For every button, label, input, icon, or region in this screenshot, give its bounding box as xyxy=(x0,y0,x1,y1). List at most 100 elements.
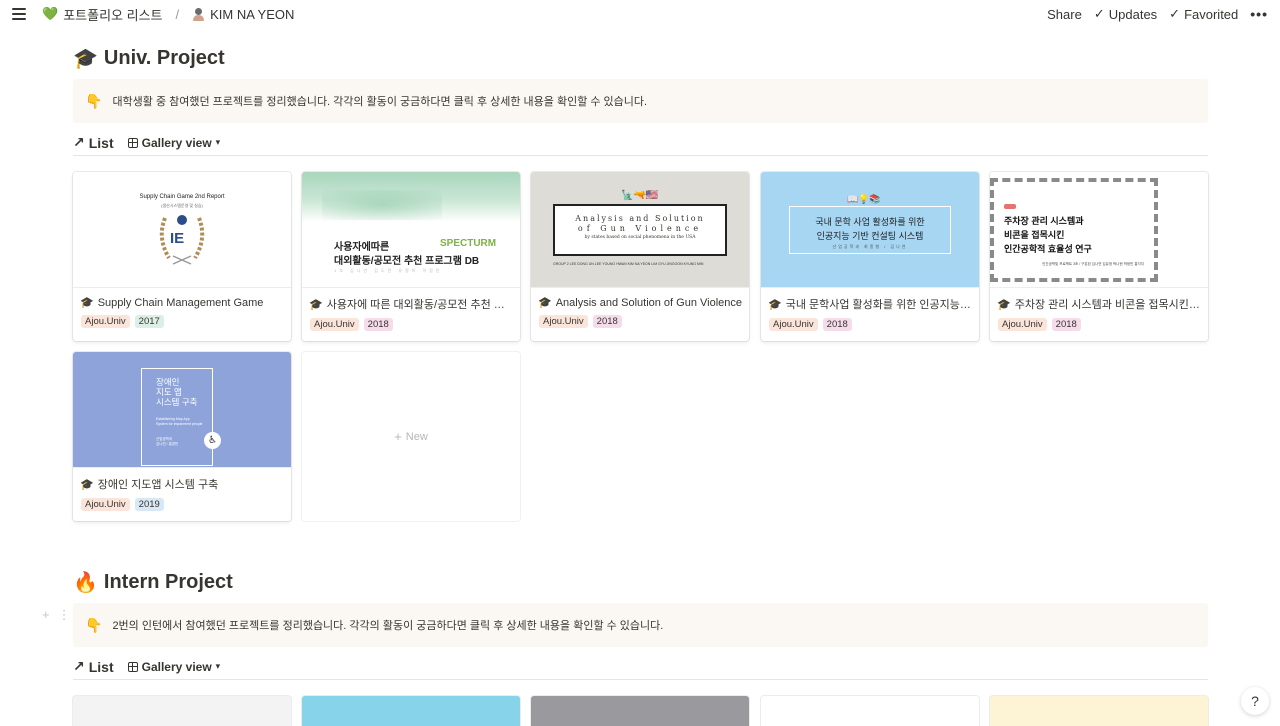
graduation-cap-icon: 🎓 xyxy=(309,298,323,311)
new-label: New xyxy=(405,430,428,443)
gallery-card[interactable]: 사용자에따른 대외활동/공모전 추천 프로그램 DB SPECTURM 1조 김… xyxy=(302,172,520,341)
card-thumbnail: 장애인 지도 앱 시스템 구축 Establishing Map App System… xyxy=(73,352,291,468)
fire-icon: 🔥 xyxy=(73,572,98,594)
thumb-names: 김나연 / 홍경민 xyxy=(156,442,179,446)
gallery-card-partial[interactable] xyxy=(990,696,1208,726)
check-icon: ✓ xyxy=(1169,6,1181,21)
breadcrumb-item-portfolio[interactable]: 포트폴리오 리스트 xyxy=(63,5,162,24)
thumb-footer: GROUP 2 LEE DONG UN LEE YOUNG HWAN KIM N… xyxy=(553,262,704,266)
tag-school: Ajou.Univ xyxy=(81,315,130,328)
favorited-label: Favorited xyxy=(1184,6,1239,22)
gallery-card[interactable]: Supply Chain Game 2nd Report (생산시스템운영 및 … xyxy=(73,172,291,341)
tag-year: 2017 xyxy=(134,315,164,328)
gallery-card[interactable]: 장애인 지도 앱 시스템 구축 Establishing Map App System… xyxy=(73,352,291,521)
updates-button[interactable]: ✓ Updates xyxy=(1094,6,1157,22)
thumb-icons: 🗽🔫🇺🇸 xyxy=(621,190,659,201)
tag-school: Ajou.Univ xyxy=(539,315,588,328)
gallery-card[interactable]: 📖💡📚 국내 문학 사업 활성화를 위한 인공지능 기반 컨설팅 시스템 산업공… xyxy=(761,172,979,341)
help-button[interactable]: ? xyxy=(1241,687,1269,715)
thumb-line-2: 인공지능 기반 컨설팅 시스템 xyxy=(816,231,924,241)
gallery-view-selector[interactable]: Gallery view ▾ xyxy=(127,659,220,674)
gallery-card-partial[interactable] xyxy=(73,696,291,726)
thumb-logo-text: IE xyxy=(170,230,185,247)
card-title: 국내 문학사업 활성화를 위한 인공지능 기반 컨설팅 시스템 xyxy=(785,299,972,311)
plus-icon: + xyxy=(394,429,402,444)
thumb-line-3: by states based on social phenomena in t… xyxy=(584,235,696,240)
pointing-down-icon: 👇 xyxy=(85,92,103,109)
tag-school: Ajou.Univ xyxy=(310,318,359,331)
gallery-view-label: Gallery view xyxy=(141,135,212,150)
thumb-icons: 📖💡📚 xyxy=(847,194,881,204)
thumb-line-2: 지도 앱 xyxy=(156,387,182,397)
card-thumbnail: 사용자에따른 대외활동/공모전 추천 프로그램 DB SPECTURM 1조 김… xyxy=(302,172,520,288)
tag-year: 2018 xyxy=(363,318,393,331)
thumb-line-1: 국내 문학 사업 활성화를 위한 xyxy=(815,217,925,227)
list-link[interactable]: ↗ List xyxy=(73,658,114,675)
menu-icon[interactable] xyxy=(12,8,26,20)
gallery-view-label: Gallery view xyxy=(141,659,212,674)
add-block-icon[interactable]: + xyxy=(42,607,50,623)
section-heading: Univ. Project xyxy=(103,47,225,69)
gallery-view-selector[interactable]: Gallery view ▾ xyxy=(127,135,220,150)
list-label: List xyxy=(88,134,114,151)
view-bar-univ: ↗ List Gallery view ▾ xyxy=(73,130,1208,156)
gallery-card-partial[interactable] xyxy=(531,696,749,726)
breadcrumb-item-current[interactable]: KIM NA YEON xyxy=(210,7,294,22)
share-button[interactable]: Share xyxy=(1047,7,1082,22)
tag-year: 2018 xyxy=(592,315,622,328)
tag-school: Ajou.Univ xyxy=(769,318,818,331)
thumb-line-1: 사용자에따른 xyxy=(334,242,390,253)
thumb-line-1: Analysis and Solution xyxy=(575,214,705,223)
person-icon xyxy=(192,7,205,21)
tag-year: 2019 xyxy=(134,498,164,511)
thumb-line-3: 인간공학적 효율성 연구 xyxy=(1004,244,1092,254)
updates-label: Updates xyxy=(1108,6,1158,22)
section-title-univ: 🎓 Univ. Project xyxy=(73,46,225,71)
card-title: 주차장 관리 시스템과 비콘을 접목시킨 인간공학적 효율성 연구 xyxy=(1014,299,1201,311)
tag-year: 2018 xyxy=(822,318,852,331)
thumb-sub: 1조 김나연 김도연 유정하 이정민 xyxy=(334,268,443,273)
graduation-cap-icon: 🎓 xyxy=(80,297,94,309)
thumb-line-1: 장애인 xyxy=(156,377,180,387)
thumb-heading: Supply Chain Game 2nd Report xyxy=(139,194,225,200)
thumb-line-3: 산업공학과 최종형 / 김나연 xyxy=(832,244,908,249)
car-icon xyxy=(1004,204,1016,209)
tag-school: Ajou.Univ xyxy=(998,318,1047,331)
thumb-line-1: 주차장 관리 시스템과 xyxy=(1004,216,1084,226)
new-card-button[interactable]: + New xyxy=(302,352,520,521)
section-title-intern: 🔥 Intern Project xyxy=(73,570,233,595)
callout-intern: 👇 2번의 인턴에서 참여했던 프로젝트를 정리했습니다. 각각의 활동이 궁금… xyxy=(73,603,1208,647)
list-link[interactable]: ↗ List xyxy=(73,134,114,151)
breadcrumb-separator: / xyxy=(175,6,180,22)
thumb-line-3: 시스템 구축 xyxy=(156,397,198,407)
card-title: 장애인 지도앱 시스템 구축 xyxy=(97,479,219,491)
check-icon: ✓ xyxy=(1093,6,1105,21)
graduation-cap-icon: 🎓 xyxy=(538,297,552,309)
green-heart-icon: 💚 xyxy=(42,6,59,21)
tag-school: Ajou.Univ xyxy=(81,498,130,511)
gallery-icon xyxy=(127,661,138,672)
gallery-card[interactable]: 🗽🔫🇺🇸 Analysis and Solution of Gun Violen… xyxy=(531,172,749,341)
graduation-cap-icon: 🎓 xyxy=(997,298,1011,311)
card-thumbnail: 📖💡📚 국내 문학 사업 활성화를 위한 인공지능 기반 컨설팅 시스템 산업공… xyxy=(761,172,979,288)
thumb-en-2: System for impairment people xyxy=(156,422,203,426)
arrow-up-right-icon: ↗ xyxy=(73,658,85,674)
gallery-card-partial[interactable] xyxy=(761,696,979,726)
top-bar: 💚 포트폴리오 리스트 / KIM NA YEON Share ✓ Updates… xyxy=(0,0,1280,28)
thumb-dept: 산업공학과 xyxy=(156,437,173,441)
pointing-down-icon: 👇 xyxy=(85,616,103,633)
favorited-button[interactable]: ✓ Favorited xyxy=(1169,6,1238,22)
thumb-brand: SPECTURM xyxy=(440,238,497,249)
graduation-cap-icon: 🎓 xyxy=(80,478,94,491)
thumb-footer: 인간공학및 프로젝트 3조 / 구분된 김나연 김유정 박나현 박정민 홍석지 xyxy=(1042,262,1144,266)
card-title: Supply Chain Management Game xyxy=(97,296,264,309)
gallery-card[interactable]: 주차장 관리 시스템과 비콘을 접목시킨 인간공학적 효율성 연구 인간공학및 … xyxy=(990,172,1208,341)
breadcrumb: 💚 포트폴리오 리스트 / KIM NA YEON xyxy=(42,5,294,24)
callout-univ: 👇 대학생활 중 참여했던 프로젝트를 정리했습니다. 각각의 활동이 궁금하다… xyxy=(73,79,1208,123)
more-options-button[interactable]: ••• xyxy=(1250,6,1268,22)
callout-text: 대학생활 중 참여했던 프로젝트를 정리했습니다. 각각의 활동이 궁금하다면 … xyxy=(112,96,648,108)
card-title: Analysis and Solution of Gun Violence xyxy=(555,296,742,309)
gallery-icon xyxy=(127,137,138,148)
gallery-card-partial[interactable] xyxy=(302,696,520,726)
wheelchair-icon: ♿ xyxy=(204,432,221,449)
